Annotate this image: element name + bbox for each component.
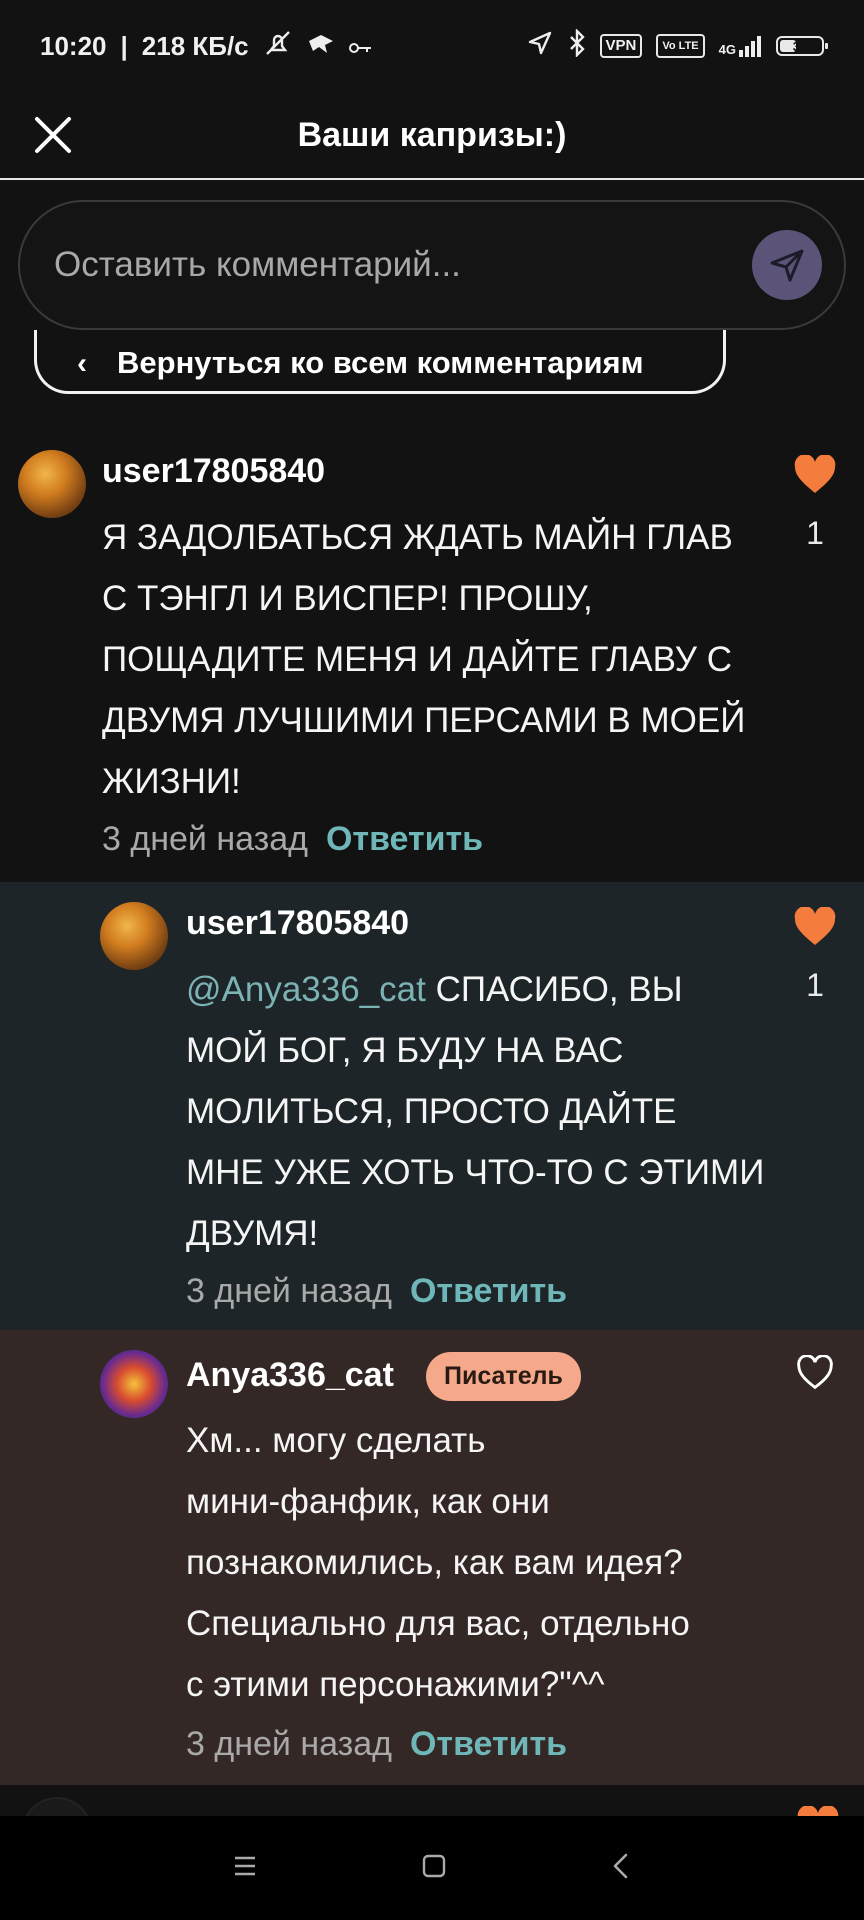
battery-icon: 36 [776,36,828,56]
volte-badge: Vo LTE [656,34,705,58]
heart-filled-icon [794,455,836,493]
location-icon [526,29,554,64]
close-icon [35,117,71,153]
mention-link[interactable]: @Anya336_cat [186,970,426,1009]
app-icon [307,31,335,62]
top-app-bar: Ваши капризы:) [0,92,864,180]
system-navigation-bar [0,1816,864,1920]
home-icon[interactable] [422,1854,446,1883]
status-speed: 218 КБ/с [141,30,249,61]
like-count: 1 [806,967,824,1003]
send-button[interactable] [752,230,822,300]
comment-meta: 3 дней назад Ответить [186,1272,567,1311]
status-time: 10:20 [40,30,107,61]
status-bar: 10:20 | 218 КБ/с VPN Vo LTE 4G 36 [0,0,864,92]
avatar[interactable] [18,450,86,518]
comment-time: 3 дней назад [186,1272,392,1310]
vpn-badge: VPN [599,34,643,58]
comment-item: user17805840 Я ЗАДОЛБАТЬСЯ ЖДАТЬ МАЙН ГЛ… [0,430,864,882]
like-count: 1 [806,515,824,551]
comment-input[interactable] [54,245,752,285]
comment-time: 3 дней назад [186,1725,392,1763]
close-button[interactable] [30,112,76,158]
signal-icon: 4G [719,35,762,57]
comment-item: Anya336_cat Писатель Хм... могу сделать … [0,1330,864,1785]
reply-button[interactable]: Ответить [410,1272,567,1311]
mute-icon [263,30,293,63]
comment-username[interactable]: Anya336_cat [186,1356,394,1395]
list-item [0,1785,864,1813]
comment-text: Хм... могу сделать мини-фанфик, как они … [186,1421,690,1704]
heart-filled-icon [794,907,836,945]
back-button-label: Вернуться ко всем комментариям [117,345,644,380]
comment-meta: 3 дней назад Ответить [102,820,483,859]
heart-outline-icon [797,1355,833,1390]
chevron-left-icon: ‹ [77,347,87,380]
comment-username[interactable]: user17805840 [186,904,409,943]
comment-username[interactable]: user17805840 [102,452,325,491]
writer-badge: Писатель [426,1352,581,1401]
like-button[interactable]: 1 [790,455,840,552]
key-icon [348,31,373,62]
bluetooth-icon [568,27,586,64]
like-button[interactable] [790,1355,840,1391]
comment-meta: 3 дней назад Ответить [186,1725,567,1764]
comment-text: Я ЗАДОЛБАТЬСЯ ЖДАТЬ МАЙН ГЛАВ С ТЭНГЛ И … [102,518,746,801]
avatar[interactable] [100,1350,168,1418]
reply-button[interactable]: Ответить [410,1725,567,1764]
comment-input-container [18,200,846,330]
page-title: Ваши капризы:) [297,115,567,154]
like-button[interactable]: 1 [790,907,840,1004]
back-icon[interactable] [611,1853,631,1884]
back-to-all-comments-button[interactable]: ‹ Вернуться ко всем комментариям [34,330,726,394]
comment-time: 3 дней назад [102,820,308,858]
comment-text: @Anya336_cat СПАСИБО, ВЫ МОЙ БОГ, Я БУДУ… [186,970,765,1253]
comment-item: user17805840 @Anya336_cat СПАСИБО, ВЫ МО… [0,882,864,1330]
reply-button[interactable]: Ответить [326,820,483,859]
avatar[interactable] [100,902,168,970]
menu-icon[interactable] [233,1855,257,1882]
send-icon [770,249,804,282]
